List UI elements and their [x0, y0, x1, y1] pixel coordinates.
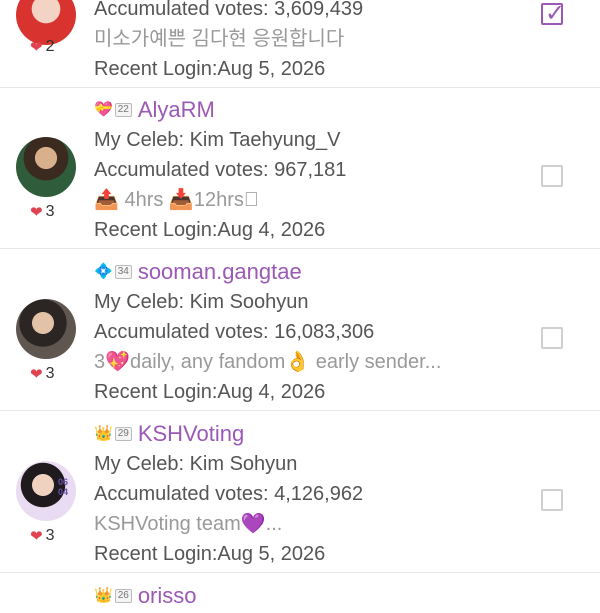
status-message: 📤 4hrs 📥12hrs⃣ — [94, 189, 259, 211]
select-checkbox[interactable] — [541, 489, 563, 511]
list-item[interactable]: ❤ 2 Accumulated votes: 3,609,439 미소가예쁜 김… — [0, 0, 600, 88]
level-badge: 👑 29 — [94, 425, 132, 443]
like-count[interactable]: ❤ 3 — [30, 365, 54, 383]
checkmark-icon: ✓ — [545, 0, 566, 27]
heart-icon: ❤ — [30, 528, 43, 545]
level-number: 26 — [114, 589, 132, 603]
level-badge: 💠 34 — [94, 263, 132, 281]
list-item[interactable]: ❤ 3 💠 34 sooman.gangtae My Celeb: Kim So… — [0, 249, 600, 411]
my-celeb: My Celeb: Kim Soohyun — [94, 291, 309, 313]
status-message: 미소가예쁜 김다현 응원합니다 — [94, 28, 345, 50]
accumulated-votes: Accumulated votes: 4,126,962 — [94, 483, 364, 505]
recent-login: Recent Login:Aug 4, 2026 — [94, 219, 326, 241]
like-count-value: 3 — [45, 527, 55, 544]
list-item[interactable]: 06 04 ❤ 3 👑 29 KSHVoting My Celeb: Kim S… — [0, 411, 600, 573]
status-message: KSHVoting team💜... — [94, 513, 283, 535]
select-checkbox[interactable]: ✓ — [541, 0, 566, 27]
avatar[interactable]: 06 04 — [16, 461, 76, 521]
user-header: 👑 26 orisso — [94, 581, 520, 611]
like-count-value: 2 — [45, 38, 55, 55]
list-item-content: 👑 29 KSHVoting My Celeb: Kim Sohyun Accu… — [94, 419, 520, 569]
username[interactable]: KSHVoting — [138, 421, 244, 447]
username[interactable]: AlyaRM — [138, 97, 215, 123]
level-number: 29 — [114, 427, 132, 441]
username[interactable]: orisso — [138, 583, 197, 609]
list-item-content: Accumulated votes: 3,609,439 미소가예쁜 김다현 응… — [94, 0, 520, 84]
list-item[interactable]: 👑 26 orisso — [0, 573, 600, 613]
select-checkbox[interactable] — [541, 327, 563, 349]
blue-diamond-badge-icon: 💠 — [94, 263, 113, 280]
user-header: 💝 22 AlyaRM — [94, 95, 520, 125]
list-item-content: 💝 22 AlyaRM My Celeb: Kim Taehyung_V Acc… — [94, 95, 520, 245]
list-item-content: 👑 26 orisso — [94, 581, 520, 611]
user-header: 👑 29 KSHVoting — [94, 419, 520, 449]
accumulated-votes: Accumulated votes: 3,609,439 — [94, 0, 364, 20]
heart-icon: ❤ — [30, 366, 43, 383]
status-message: 3💖daily, any fandom👌 early sender... — [94, 351, 442, 373]
accumulated-votes: Accumulated votes: 967,181 — [94, 159, 347, 181]
avatar[interactable] — [16, 299, 76, 359]
list-item-content: 💠 34 sooman.gangtae My Celeb: Kim Soohyu… — [94, 257, 520, 407]
my-celeb: My Celeb: Kim Taehyung_V — [94, 129, 341, 151]
level-number: 34 — [114, 265, 132, 279]
avatar-text: 06 04 — [57, 477, 68, 497]
like-count[interactable]: ❤ 3 — [30, 527, 54, 545]
level-badge: 💝 22 — [94, 101, 132, 119]
pink-heart-badge-icon: 💝 — [94, 101, 113, 118]
recent-login: Recent Login:Aug 5, 2026 — [94, 543, 326, 565]
level-badge: 👑 26 — [94, 587, 132, 605]
like-count-value: 3 — [45, 203, 55, 220]
accumulated-votes: Accumulated votes: 16,083,306 — [94, 321, 375, 343]
avatar[interactable] — [16, 137, 76, 197]
user-header: 💠 34 sooman.gangtae — [94, 257, 520, 287]
gold-crown-badge-icon: 👑 — [94, 587, 113, 604]
select-checkbox[interactable] — [541, 165, 563, 187]
heart-icon: ❤ — [30, 204, 43, 221]
like-count[interactable]: ❤ 2 — [30, 38, 54, 56]
recent-login: Recent Login:Aug 5, 2026 — [94, 58, 326, 80]
list-item[interactable]: ❤ 3 💝 22 AlyaRM My Celeb: Kim Taehyung_V… — [0, 87, 600, 249]
my-celeb: My Celeb: Kim Sohyun — [94, 453, 298, 475]
gold-crown-badge-icon: 👑 — [94, 425, 113, 442]
recent-login: Recent Login:Aug 4, 2026 — [94, 381, 326, 403]
level-number: 22 — [114, 103, 132, 117]
username[interactable]: sooman.gangtae — [138, 259, 302, 285]
like-count-value: 3 — [45, 365, 55, 382]
like-count[interactable]: ❤ 3 — [30, 203, 54, 221]
heart-icon: ❤ — [30, 39, 43, 56]
